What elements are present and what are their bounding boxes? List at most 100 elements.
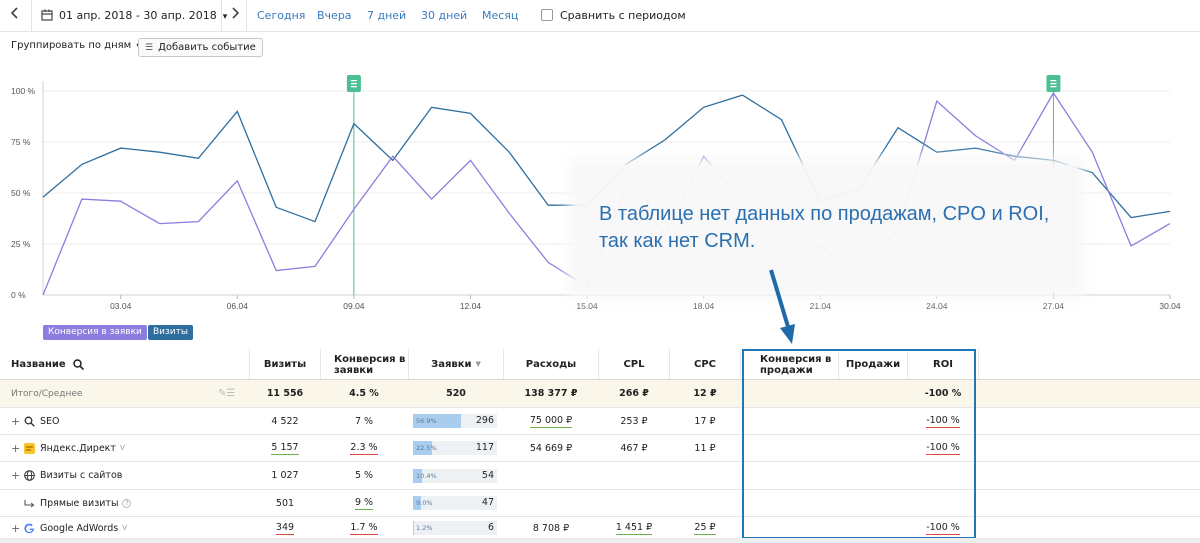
- cpc-value: 25 ₽: [694, 521, 716, 535]
- legend-conversion-requests[interactable]: Конверсия в заявки: [43, 325, 147, 340]
- column-header-requests[interactable]: Заявки ▼: [409, 349, 503, 379]
- x-tick-label: 12.04: [460, 301, 482, 311]
- scrollbar-track[interactable]: [0, 538, 1200, 543]
- search-icon: [24, 416, 35, 427]
- legend-visits[interactable]: Визиты: [148, 325, 194, 340]
- row-name: Прямые визиты?: [21, 490, 132, 516]
- event-marker-icon-line: [1050, 83, 1057, 85]
- column-header-costs[interactable]: Расходы: [504, 349, 598, 379]
- compare-period-label: Сравнить с периодом: [560, 9, 686, 22]
- period-30-days-link[interactable]: 30 дней: [421, 0, 467, 32]
- x-tick-label: 30.04: [1159, 301, 1181, 311]
- globe-icon: [24, 470, 35, 481]
- divider: [31, 0, 32, 32]
- total-requests: 520: [446, 388, 466, 399]
- direct-arrow-icon: [24, 499, 35, 507]
- list-icon: ☰: [145, 43, 154, 53]
- table-row[interactable]: + Google AdWords Ⅴ 349 1.7 % 1.2% 6 8 708…: [0, 517, 1200, 539]
- divider: [246, 0, 247, 32]
- total-conversion: 4.5 %: [349, 388, 379, 399]
- x-tick-label: 03.04: [110, 301, 132, 311]
- row-name: + SEO: [11, 414, 60, 428]
- x-tick-label: 24.04: [926, 301, 948, 311]
- group-by-dropdown[interactable]: Группировать по дням ▾: [11, 40, 140, 51]
- x-tick-label: 06.04: [227, 301, 249, 311]
- visits-value: 5 157: [271, 441, 299, 455]
- x-tick-label: 09.04: [343, 301, 365, 311]
- total-cpc: 12 ₽: [693, 388, 717, 399]
- event-marker-icon-line: [350, 83, 357, 85]
- x-tick-label: 18.04: [693, 301, 715, 311]
- visits-value: 501: [275, 497, 295, 509]
- requests-bar: 10.4% 54: [413, 469, 497, 483]
- y-tick-label: 100 %: [11, 86, 36, 96]
- prev-period-button[interactable]: [6, 6, 24, 26]
- period-month-link[interactable]: Месяц: [482, 0, 518, 32]
- period-yesterday-link[interactable]: Вчера: [317, 0, 352, 32]
- annotation-overlay: В таблице нет данных по продажам, CPO и …: [575, 165, 1077, 291]
- expand-icon[interactable]: +: [11, 415, 21, 428]
- y-tick-label: 0 %: [11, 290, 26, 300]
- yandex-direct-icon: [24, 442, 35, 454]
- analytics-app: 01 апр. 2018 - 30 апр. 2018 ▾ Сегодня Вче…: [0, 0, 1200, 543]
- conversion-value: 5 %: [354, 470, 374, 481]
- table-row[interactable]: + SEO 4 522 7 % 56.9% 296 75 000 ₽ 253 ₽…: [0, 408, 1200, 435]
- table-header: Название Визиты Конверсия в заявки Заявк…: [0, 349, 1200, 380]
- expand-icon[interactable]: +: [11, 522, 21, 535]
- row-actions-icon[interactable]: ✎☰: [218, 380, 235, 407]
- help-icon[interactable]: ?: [122, 498, 132, 508]
- y-tick-label: 75 %: [11, 137, 31, 147]
- conversion-value: 2.3 %: [350, 441, 378, 455]
- group-by-label: Группировать по дням: [11, 40, 132, 51]
- highlight-box: [742, 349, 976, 539]
- date-range-picker[interactable]: 01 апр. 2018 - 30 апр. 2018 ▾: [41, 0, 227, 32]
- row-name: + Google AdWords Ⅴ: [11, 521, 128, 535]
- cpl-value: 467 ₽: [620, 442, 648, 454]
- google-icon: [24, 523, 34, 533]
- total-costs: 138 377 ₽: [524, 388, 578, 399]
- visits-value: 4 522: [271, 415, 299, 427]
- date-range-label: 01 апр. 2018 - 30 апр. 2018: [59, 9, 217, 22]
- period-today-link[interactable]: Сегодня: [257, 0, 305, 32]
- expand-icon[interactable]: +: [11, 469, 21, 482]
- requests-bar: 9.0% 47: [413, 496, 497, 510]
- annotation-text: В таблице нет данных по продажам, CPO и …: [599, 203, 1050, 252]
- cpl-value: 1 451 ₽: [615, 521, 653, 535]
- column-header-cpl[interactable]: CPL: [599, 349, 669, 379]
- goals-icon: Ⅴ: [119, 444, 125, 452]
- chevron-right-icon: [232, 7, 240, 19]
- x-tick-label: 27.04: [1043, 301, 1065, 311]
- total-label: Итого/Среднее: [11, 388, 83, 399]
- column-header-visits[interactable]: Визиты: [250, 349, 320, 379]
- total-visits: 11 556: [266, 388, 304, 399]
- toolbar: 01 апр. 2018 - 30 апр. 2018 ▾ Сегодня Вче…: [0, 0, 1200, 32]
- cpc-value: 17 ₽: [694, 415, 716, 427]
- conversion-value: 9 %: [354, 496, 374, 510]
- cpl-value: 253 ₽: [620, 415, 648, 427]
- table-row[interactable]: + Визиты с сайтов 1 027 5 % 10.4% 54: [0, 462, 1200, 490]
- column-header-name[interactable]: Название: [11, 349, 84, 379]
- next-period-button[interactable]: [226, 6, 244, 26]
- divider: [221, 0, 222, 32]
- x-tick-label: 21.04: [810, 301, 832, 311]
- search-icon[interactable]: [72, 358, 84, 370]
- add-event-button[interactable]: ☰ Добавить событие: [138, 38, 263, 57]
- x-tick-label: 15.04: [576, 301, 598, 311]
- y-tick-label: 25 %: [11, 239, 31, 249]
- column-header-cpc[interactable]: CPC: [670, 349, 740, 379]
- conversion-value: 1.7 %: [350, 521, 378, 535]
- row-name: + Визиты с сайтов: [11, 469, 123, 482]
- y-tick-label: 50 %: [11, 188, 31, 198]
- table-row[interactable]: + Яндекс.Директ Ⅴ 5 157 2.3 % 22.5% 117 5…: [0, 435, 1200, 462]
- visits-value: 349: [275, 521, 295, 535]
- event-marker-icon-line: [350, 80, 357, 82]
- conversion-value: 7 %: [354, 415, 374, 427]
- requests-bar: 22.5% 117: [413, 441, 497, 455]
- column-header-conversion-requests[interactable]: Конверсия в заявки: [334, 349, 414, 379]
- visits-value: 1 027: [271, 470, 299, 481]
- table-row[interactable]: Прямые визиты? 501 9 % 9.0% 47: [0, 490, 1200, 517]
- period-7-days-link[interactable]: 7 дней: [367, 0, 406, 32]
- total-cpl: 266 ₽: [619, 388, 649, 399]
- compare-period-checkbox[interactable]: Сравнить с периодом: [541, 0, 686, 32]
- expand-icon[interactable]: +: [11, 442, 21, 455]
